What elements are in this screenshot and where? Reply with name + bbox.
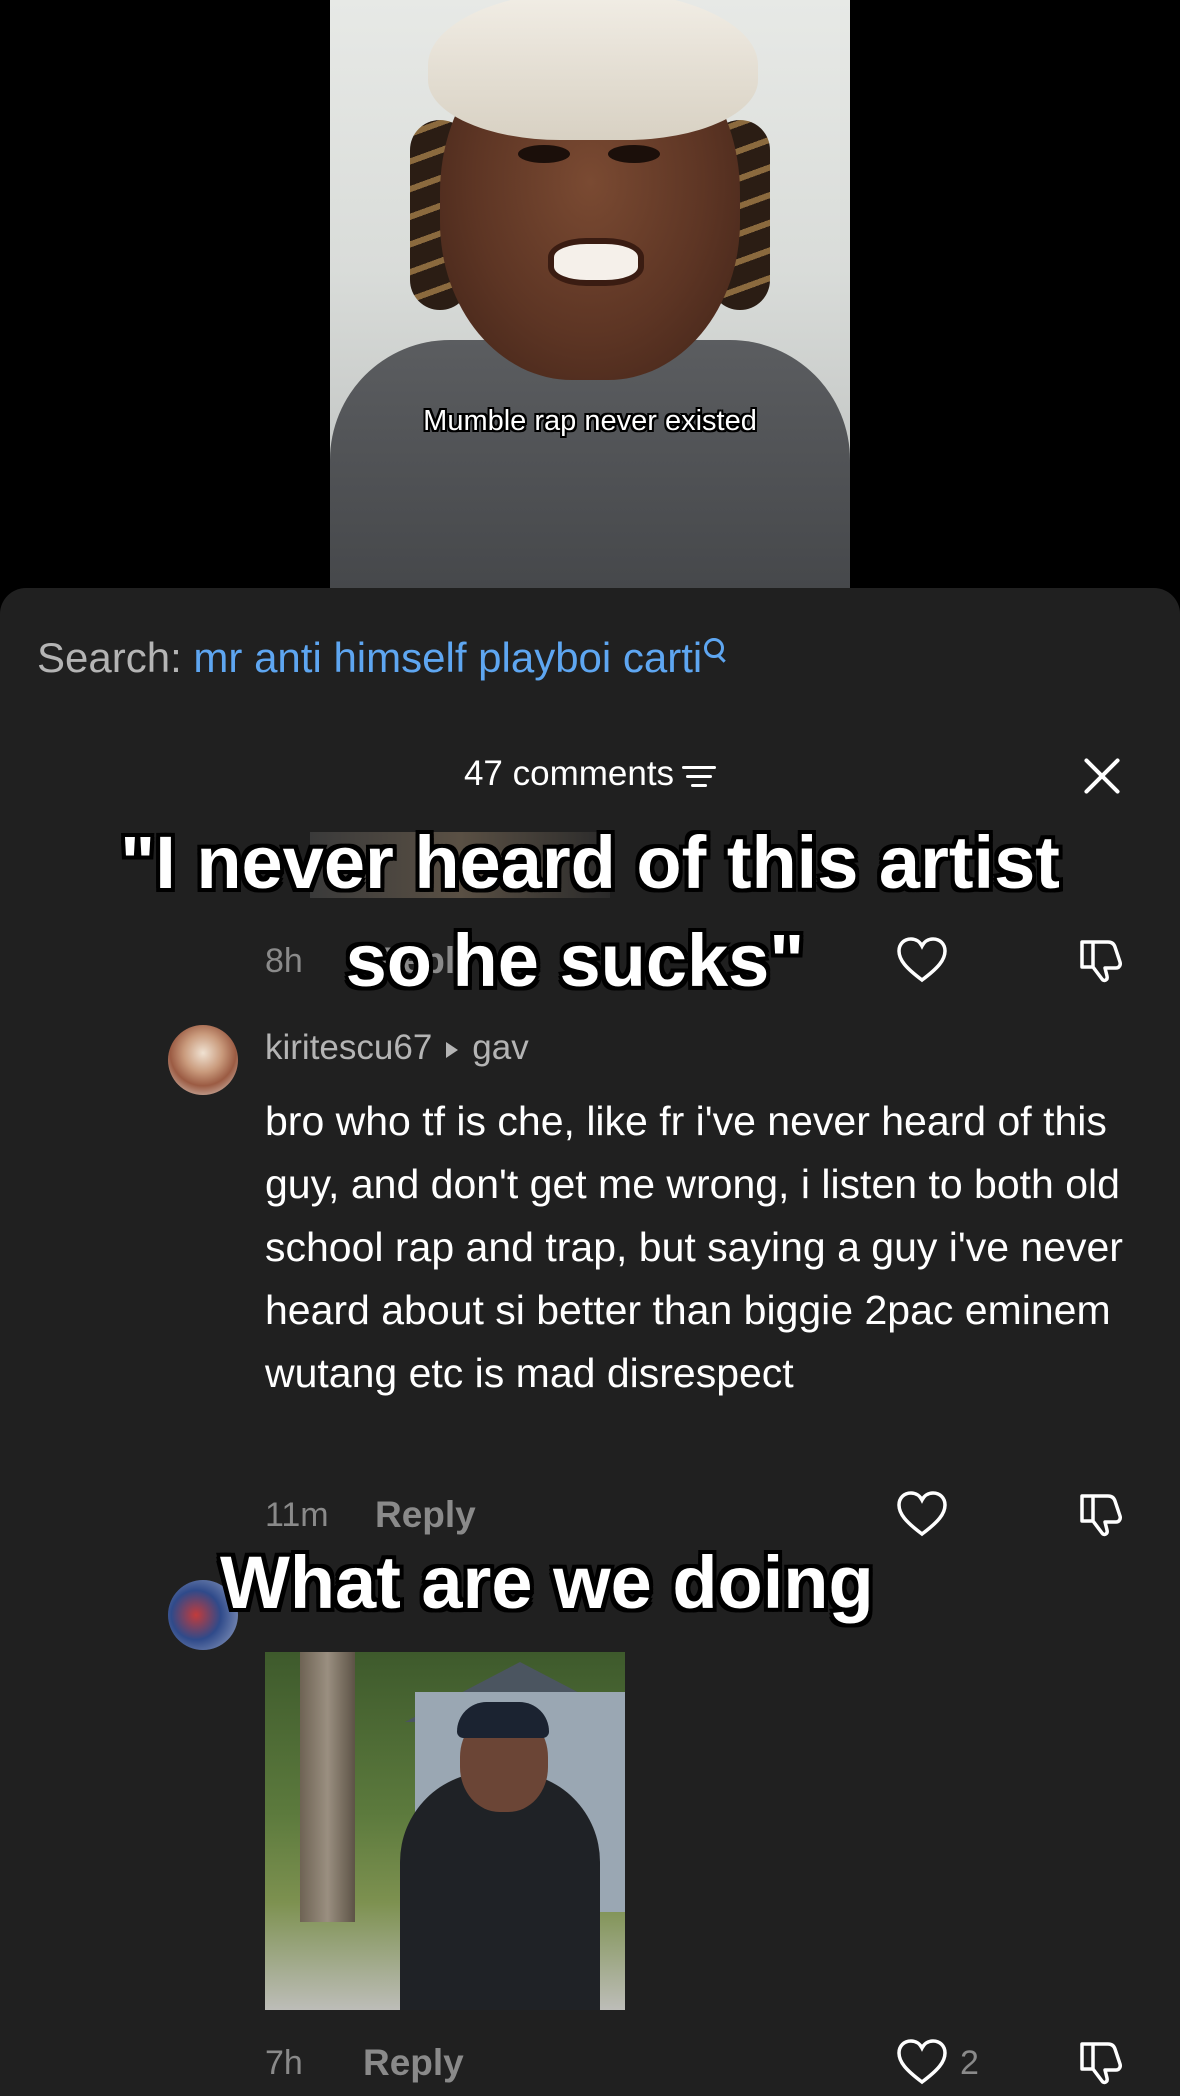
avatar[interactable]: [168, 1025, 238, 1095]
photo-person-cap: [457, 1702, 549, 1738]
comment-time: 7h: [265, 2044, 303, 2082]
reply-button[interactable]: Reply: [375, 1494, 476, 1536]
photo-tree: [300, 1652, 355, 1922]
comments-count-header: 47 comments: [0, 754, 1180, 794]
comment-author[interactable]: kiritescu67 gav: [265, 1028, 529, 1068]
thumbs-down-icon[interactable]: [1076, 1490, 1128, 1538]
comment-image[interactable]: [265, 1652, 625, 2010]
search-prefix: Search:: [37, 634, 194, 681]
video-frame-mouth: [548, 238, 644, 286]
comment-time: 11m: [265, 1496, 329, 1534]
video-frame-eye: [608, 145, 660, 163]
comment-text: bro who tf is che, like fr i've never he…: [265, 1098, 1123, 1396]
heart-icon[interactable]: [896, 2038, 948, 2086]
filter-icon[interactable]: [682, 764, 717, 788]
overlay-text-line1: "I never heard of this artist: [120, 821, 1060, 904]
search-icon[interactable]: [704, 634, 728, 668]
comments-count: 47 comments: [463, 754, 675, 793]
chevron-right-icon: [446, 1041, 459, 1058]
search-query[interactable]: mr anti himself playboi carti: [193, 634, 702, 681]
overlay-text-line2: so he sucks": [345, 919, 805, 1002]
like-count: 2: [960, 2044, 979, 2082]
heart-icon[interactable]: [896, 1490, 948, 1538]
thumbs-down-icon[interactable]: [1076, 2038, 1128, 2086]
username[interactable]: kiritescu67: [265, 1028, 432, 1067]
video-player[interactable]: Mumble rap never existed: [330, 0, 850, 600]
video-frame-eye: [518, 145, 570, 163]
reply-button[interactable]: Reply: [363, 2042, 464, 2084]
video-caption: Mumble rap never existed: [423, 405, 757, 437]
close-icon[interactable]: [1080, 754, 1124, 798]
overlay-text-bottom: What are we doing: [220, 1541, 874, 1624]
video-frame-durag: [428, 0, 758, 140]
reply-to-username[interactable]: gav: [472, 1028, 528, 1067]
search-suggestion[interactable]: Search: mr anti himself playboi carti: [37, 634, 728, 682]
